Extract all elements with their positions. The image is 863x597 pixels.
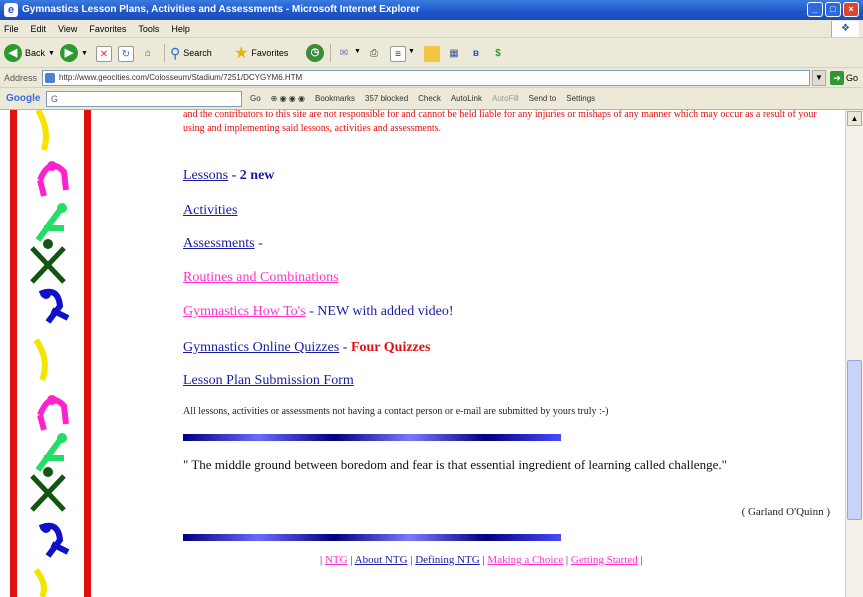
research-icon[interactable]: ▦ bbox=[446, 46, 462, 62]
footer-link-about[interactable]: About NTG bbox=[355, 554, 408, 566]
bookmarks-button[interactable]: Bookmarks bbox=[315, 94, 355, 103]
activities-link[interactable]: Activities bbox=[183, 203, 237, 218]
google-search-input[interactable]: G bbox=[46, 91, 242, 107]
lessons-new-note: - 2 new bbox=[228, 168, 275, 183]
forward-arrow-icon: ▶ bbox=[60, 44, 78, 62]
page-content: and the contributors to this site are no… bbox=[0, 110, 845, 597]
minimize-button[interactable]: _ bbox=[807, 2, 823, 17]
folder-icon[interactable] bbox=[424, 46, 440, 62]
divider-bar-bottom bbox=[183, 534, 561, 541]
howtos-link[interactable]: Gymnastics How To's bbox=[183, 304, 306, 319]
quizzes-count-note: Four Quizzes bbox=[350, 340, 431, 355]
print-icon[interactable]: ⎙ bbox=[366, 46, 382, 62]
chevron-down-icon: ▼ bbox=[81, 49, 88, 57]
go-button[interactable]: ➔ Go bbox=[830, 70, 860, 86]
activities-row: Activities bbox=[183, 203, 237, 219]
assessments-link[interactable]: Assessments bbox=[183, 236, 255, 251]
menu-edit[interactable]: Edit bbox=[31, 24, 47, 34]
google-logo: Google bbox=[6, 93, 41, 104]
chevron-down-icon: ▼ bbox=[48, 49, 55, 57]
settings-button[interactable]: Settings bbox=[566, 94, 595, 103]
favorites-button[interactable]: ★ Favorites bbox=[234, 43, 288, 63]
footer-nav: | NTG | About NTG | Defining NTG | Makin… bbox=[320, 554, 643, 566]
quote-text: " The middle ground between boredom and … bbox=[183, 457, 727, 472]
lessons-row: Lessons - 2 new bbox=[183, 168, 274, 184]
lessons-link[interactable]: Lessons bbox=[183, 168, 228, 183]
back-arrow-icon: ◀ bbox=[4, 44, 22, 62]
google-icons[interactable]: ⊕ ◉ ◉ ◉ bbox=[271, 94, 305, 103]
google-go-button[interactable]: Go bbox=[250, 94, 261, 103]
star-icon: ★ bbox=[234, 45, 249, 62]
footer-link-started[interactable]: Getting Started bbox=[571, 554, 638, 566]
windows-logo-icon: ❖ bbox=[831, 21, 859, 37]
footer-link-choice[interactable]: Making a Choice bbox=[487, 554, 563, 566]
autofill-button[interactable]: AutoFill bbox=[492, 94, 519, 103]
forward-button[interactable]: ▶ ▼ bbox=[60, 43, 88, 63]
divider-bar-top bbox=[183, 434, 561, 441]
vertical-scrollbar[interactable]: ▲ bbox=[845, 110, 863, 597]
routines-row: Routines and Combinations bbox=[183, 270, 339, 286]
home-icon[interactable]: ⌂ bbox=[140, 46, 156, 62]
spellcheck-button[interactable]: Check bbox=[418, 94, 441, 103]
menu-view[interactable]: View bbox=[58, 24, 77, 34]
refresh-icon[interactable]: ↻ bbox=[118, 46, 134, 62]
scroll-up-icon[interactable]: ▲ bbox=[847, 111, 862, 126]
maximize-button[interactable]: □ bbox=[825, 2, 841, 17]
stop-icon[interactable]: ✕ bbox=[96, 46, 112, 62]
address-label: Address bbox=[4, 73, 38, 83]
messenger-icon[interactable]: $ bbox=[490, 46, 506, 62]
title-bar: e Gymnastics Lesson Plans, Activities an… bbox=[0, 0, 863, 20]
address-dropdown-button[interactable]: ▼ bbox=[812, 70, 826, 86]
back-button[interactable]: ◀ Back ▼ bbox=[4, 43, 55, 63]
quizzes-link[interactable]: Gymnastics Online Quizzes bbox=[183, 340, 339, 355]
address-bar: Address http://www.geocities.com/Colosse… bbox=[0, 68, 863, 88]
menu-help[interactable]: Help bbox=[171, 24, 190, 34]
chevron-down-icon[interactable]: ▼ bbox=[408, 48, 415, 55]
ie-logo-icon: e bbox=[4, 3, 18, 17]
disclaimer-text: and the contributors to this site are no… bbox=[183, 110, 817, 134]
quizzes-row: Gymnastics Online Quizzes - Four Quizzes bbox=[183, 340, 431, 355]
submission-form-link[interactable]: Lesson Plan Submission Form bbox=[183, 373, 354, 388]
gymnast-figures bbox=[30, 110, 70, 597]
howtos-new-note: - NEW with added video! bbox=[305, 304, 454, 319]
submission-row: Lesson Plan Submission Form bbox=[183, 373, 354, 389]
footer-link-ntg[interactable]: NTG bbox=[325, 554, 348, 566]
sendto-button[interactable]: Send to bbox=[529, 94, 557, 103]
history-icon[interactable]: ◷ bbox=[306, 44, 324, 62]
menu-file[interactable]: File bbox=[4, 24, 19, 34]
edit-icon[interactable]: ≡ bbox=[390, 46, 406, 62]
search-icon: ⚲ bbox=[170, 44, 181, 61]
menu-tools[interactable]: Tools bbox=[138, 24, 159, 34]
assessments-row: Assessments - bbox=[183, 236, 263, 251]
address-input[interactable]: http://www.geocities.com/Colosseum/Stadi… bbox=[42, 70, 810, 86]
go-arrow-icon: ➔ bbox=[830, 71, 844, 85]
browser-window: e Gymnastics Lesson Plans, Activities an… bbox=[0, 0, 863, 597]
bluetooth-icon[interactable]: ʙ bbox=[468, 46, 484, 62]
close-button[interactable]: × bbox=[843, 2, 859, 17]
gymnast-decoration-strip bbox=[0, 110, 96, 597]
window-title: Gymnastics Lesson Plans, Activities and … bbox=[22, 4, 420, 15]
submission-note: All lessons, activities or assessments n… bbox=[183, 406, 609, 417]
mail-icon[interactable]: ✉ bbox=[336, 46, 352, 62]
page-icon bbox=[45, 73, 55, 83]
google-toolbar: Google G Go ⊕ ◉ ◉ ◉ Bookmarks 357 blocke… bbox=[0, 88, 863, 110]
scroll-thumb[interactable] bbox=[847, 360, 862, 520]
standard-toolbar: ◀ Back ▼ ▶ ▼ ✕ ↻ ⌂ ⚲ Search ★ Favorites … bbox=[0, 38, 863, 68]
footer-link-defining[interactable]: Defining NTG bbox=[415, 554, 479, 566]
autolink-button[interactable]: AutoLink bbox=[451, 94, 482, 103]
menu-bar: File Edit View Favorites Tools Help ❖ bbox=[0, 20, 863, 38]
chevron-down-icon[interactable]: ▼ bbox=[354, 48, 361, 55]
howtos-row: Gymnastics How To's - NEW with added vid… bbox=[183, 304, 454, 320]
search-button[interactable]: ⚲ Search bbox=[170, 43, 212, 63]
menu-favorites[interactable]: Favorites bbox=[89, 24, 126, 34]
routines-link[interactable]: Routines and Combinations bbox=[183, 270, 339, 285]
popup-blocked-button[interactable]: 357 blocked bbox=[365, 94, 408, 103]
quote-credit: ( Garland O'Quinn ) bbox=[741, 506, 830, 518]
